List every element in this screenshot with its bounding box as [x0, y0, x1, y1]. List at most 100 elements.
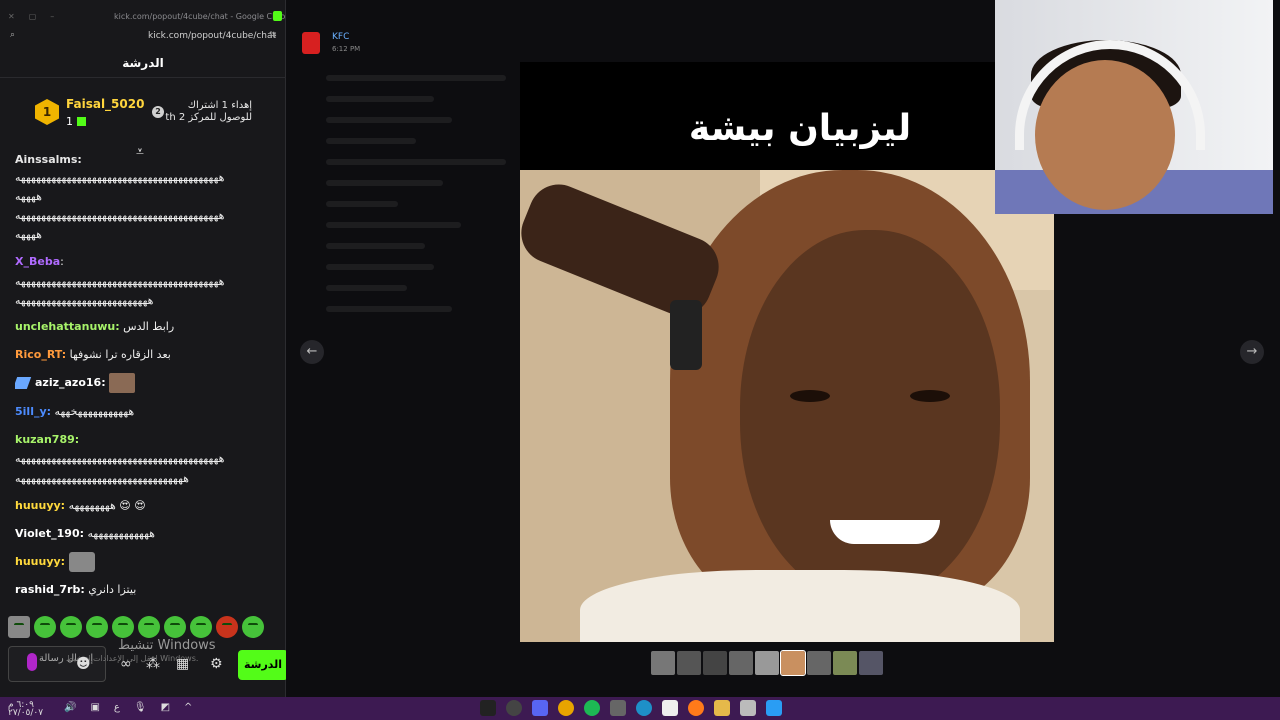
screen: ✕ ▢ – kick.com/popout/4cube/chat - Googl… [0, 0, 1280, 720]
volume-icon[interactable]: 🔊 [64, 702, 76, 713]
obs-icon[interactable] [506, 700, 522, 716]
chat-username[interactable]: 5ill_y: [15, 405, 51, 418]
chat-text: ههههههههههههههههههههههههههه [15, 294, 154, 307]
address-bar[interactable]: ⌕ kick.com/popout/4cube/chat ⇆ [0, 28, 286, 46]
chat-message-input[interactable]: إرسال رسالة [8, 646, 106, 682]
language-icon[interactable]: ع [114, 702, 120, 713]
discord-icon[interactable] [532, 700, 548, 716]
emote-icon [109, 373, 136, 393]
chrome-icon[interactable] [558, 700, 574, 716]
chat-text: ههههه [15, 228, 42, 241]
chat-username[interactable]: X_Beba [15, 255, 60, 268]
pinned-username[interactable]: Faisal_5020 [66, 97, 144, 111]
chat-text: هههههههههههههههههههههههههههههههههههههههه… [15, 171, 225, 184]
chat-message: X_Beba: [15, 252, 277, 271]
chat-username[interactable]: rashid_7rb: [15, 583, 85, 596]
chat-message: هههههههههههههههههههههههههههههههههههههههه… [15, 168, 277, 187]
edge-icon[interactable] [636, 700, 652, 716]
emote-icon[interactable] [138, 616, 160, 638]
emoji-icon[interactable]: ☻ [76, 656, 91, 672]
image-thumbnail[interactable] [859, 651, 883, 675]
windows-start-icon[interactable] [766, 700, 782, 716]
maximize-window-icon[interactable]: ▢ [29, 12, 37, 21]
emote-icon[interactable] [34, 616, 56, 638]
chat-message: huuuyy: [15, 552, 277, 572]
chat-text: هههههههههههههههههههههههههههههههههههههههه… [15, 452, 225, 465]
chat-text: هههههههههههههههههههههههههههههههههه [15, 472, 189, 485]
chat-message: Rico_RT: بعد الزقاره ترا نشوفها [15, 345, 277, 364]
poster-avatar[interactable] [302, 32, 320, 54]
image-thumbnail[interactable] [729, 651, 753, 675]
emote-icon[interactable] [112, 616, 134, 638]
chat-text: ههههههههه 😍 😍 [68, 499, 146, 512]
image-thumbnail[interactable] [703, 651, 727, 675]
image-thumbnail[interactable] [755, 651, 779, 675]
gift-icon [77, 117, 86, 126]
previous-image-button[interactable]: ← [300, 340, 324, 364]
viewed-photo[interactable] [520, 170, 1054, 642]
chat-message: rashid_7rb: بيتزا دانري [15, 580, 277, 599]
image-thumbnail[interactable] [780, 650, 806, 676]
image-thumbnail[interactable] [677, 651, 701, 675]
emote-quick-bar [8, 616, 280, 638]
clock-date: ٢٧/٠٥/٠٧ [8, 708, 44, 718]
app-icon[interactable] [740, 700, 756, 716]
emote-icon[interactable] [216, 616, 238, 638]
system-tray: 🔊 ▣ ع 🎙 ◩ ^ [64, 702, 192, 713]
url-text[interactable]: kick.com/popout/4cube/chat [148, 31, 276, 41]
folder-icon[interactable] [714, 700, 730, 716]
chat-username[interactable]: kuzan789: [15, 433, 79, 446]
emote-icon[interactable] [60, 616, 82, 638]
apps-icon[interactable]: ⁂ [146, 656, 160, 672]
window-title: kick.com/popout/4cube/chat - Google Chro… [114, 12, 298, 21]
chat-username[interactable]: Violet_190: [15, 527, 84, 540]
close-window-icon[interactable]: ✕ [8, 12, 15, 21]
window-controls[interactable]: ✕ ▢ – [8, 12, 54, 21]
chat-input-row: إرسال رسالة تنشيط Windows انتقل إلى الإع… [8, 638, 288, 684]
zoom-icon[interactable]: ⌕ [10, 30, 15, 40]
poster-name[interactable]: KFC [332, 32, 349, 42]
chat-username[interactable]: Rico_RT: [15, 348, 66, 361]
send-chat-button[interactable]: الدرشة [238, 650, 288, 680]
chat-username[interactable]: huuuyy: [15, 555, 65, 568]
chat-message: ههههه [15, 225, 277, 244]
chevron-up-icon[interactable]: ^ [184, 702, 192, 713]
gear-icon[interactable]: ⚙ [210, 656, 223, 672]
chat-username[interactable]: aziz_azo16: [35, 376, 106, 389]
emote-icon [68, 552, 95, 572]
capture-icon[interactable]: ◩ [161, 702, 170, 713]
minimize-window-icon[interactable]: – [50, 12, 54, 21]
firefox-icon[interactable] [688, 700, 704, 716]
clock[interactable]: ٦:٠٩ م ٢٧/٠٥/٠٧ [8, 701, 44, 718]
chat-message: هههههههههههههههههههههههههههههههههه [15, 469, 277, 488]
chat-username[interactable]: huuuyy: [15, 499, 65, 512]
display-icon[interactable]: ▣ [90, 702, 99, 713]
emote-icon[interactable] [190, 616, 212, 638]
app-icon[interactable] [480, 700, 496, 716]
chat-username[interactable]: Ainssalms: [15, 153, 82, 166]
image-thumbnail[interactable] [807, 651, 831, 675]
app-icon[interactable] [610, 700, 626, 716]
image-thumbnail[interactable] [833, 651, 857, 675]
emote-icon[interactable] [86, 616, 108, 638]
emote-icon[interactable] [242, 616, 264, 638]
gift-box-icon[interactable]: ▦ [176, 656, 189, 672]
activation-watermark-title: تنشيط Windows [118, 638, 216, 653]
emote-icon[interactable] [164, 616, 186, 638]
infinity-icon[interactable]: ∞ [120, 656, 132, 672]
chat-message: aziz_azo16: [15, 373, 277, 393]
chat-text: ههههههههههههه [87, 527, 155, 540]
mic-tray-icon[interactable]: 🎙 [134, 702, 147, 713]
chat-message: 5ill_y: هههههههههههخههه [15, 402, 277, 421]
emote-icon[interactable] [8, 616, 30, 638]
chat-message: huuuyy: ههههههههه 😍 😍 [15, 496, 277, 515]
mic-icon [27, 653, 37, 671]
settings-icon[interactable]: ⇆ [269, 30, 277, 40]
spotify-icon[interactable] [584, 700, 600, 716]
chat-username[interactable]: unclehattanuwu: [15, 320, 120, 333]
image-thumbnail[interactable] [651, 651, 675, 675]
gift-line-2: للوصول للمركز 2 th [165, 112, 252, 123]
next-image-button[interactable]: → [1240, 340, 1264, 364]
chat-message: kuzan789: [15, 430, 277, 449]
capcut-icon[interactable] [662, 700, 678, 716]
